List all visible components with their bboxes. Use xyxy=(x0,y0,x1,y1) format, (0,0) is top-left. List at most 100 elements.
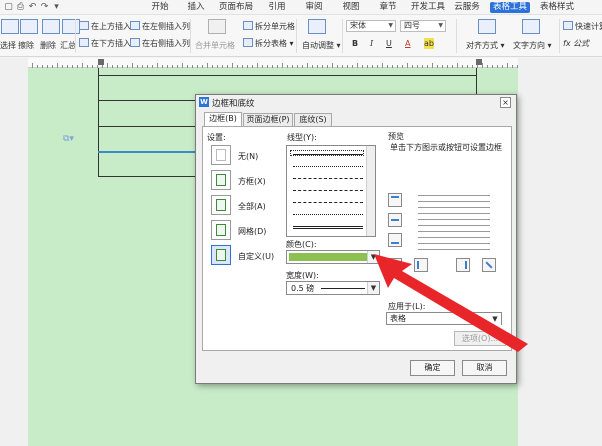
select-button[interactable]: 选择 xyxy=(0,40,16,51)
middle-border-icon[interactable] xyxy=(388,213,402,227)
close-icon[interactable]: × xyxy=(500,97,511,108)
setting-grid-label[interactable]: 网格(D) xyxy=(238,226,266,237)
redo-icon[interactable]: ↷ xyxy=(39,2,50,13)
tab-insert[interactable]: 插入 xyxy=(184,0,208,15)
setting-box-label[interactable]: 方框(X) xyxy=(238,176,266,187)
setting-custom-icon[interactable] xyxy=(211,245,231,265)
line-style-option-selected[interactable] xyxy=(290,150,364,156)
toolbar: 选择 擦除 删除 汇总 在上方插入行 在下方插入行 在左侧插入列 在右侧插入列 … xyxy=(0,15,602,57)
tab-chapter[interactable]: 章节 xyxy=(376,0,400,15)
preview-line xyxy=(418,201,490,202)
delete-icon[interactable] xyxy=(42,19,60,34)
highlight-button[interactable]: ab xyxy=(424,38,434,49)
setting-all-label[interactable]: 全部(A) xyxy=(238,201,266,212)
tab-home[interactable]: 开始 xyxy=(148,0,172,15)
dialog-title-bar[interactable]: W 边框和底纹 × xyxy=(196,95,516,110)
font-size-select[interactable]: 四号 ▼ xyxy=(400,20,446,32)
preview-line xyxy=(418,213,490,214)
select-icon[interactable] xyxy=(1,19,19,34)
eraser-icon[interactable] xyxy=(20,19,38,34)
tab-developer[interactable]: 开发工具 xyxy=(410,0,446,15)
tab-borders[interactable]: 边框(B) xyxy=(204,112,242,126)
split-cells-button[interactable]: 拆分单元格 xyxy=(243,21,295,32)
quick-calc-button[interactable]: 快速计算 xyxy=(563,21,602,32)
print-icon[interactable]: ⎙ xyxy=(15,2,26,13)
tab-table-style[interactable]: 表格样式 xyxy=(540,0,574,15)
insert-col-left-button[interactable]: 在左侧插入列 xyxy=(130,21,190,32)
delete-button[interactable]: 删除 xyxy=(40,40,56,51)
table-border-left xyxy=(98,68,99,176)
ruler-marker[interactable] xyxy=(476,59,482,65)
align-icon[interactable] xyxy=(478,19,496,34)
more-icon[interactable]: ▾ xyxy=(51,2,62,13)
separator xyxy=(456,19,457,53)
summary-button[interactable]: 汇总 xyxy=(60,40,76,51)
insert-col-left-icon xyxy=(130,21,140,30)
line-style-solid[interactable] xyxy=(293,154,363,155)
horizontal-ruler[interactable] xyxy=(28,58,518,68)
formula-button[interactable]: fx 公式 xyxy=(563,38,589,49)
tab-references[interactable]: 引用 xyxy=(265,0,289,15)
ok-button[interactable]: 确定 xyxy=(410,360,455,376)
italic-button[interactable]: I xyxy=(370,38,373,49)
annotation-arrow xyxy=(374,254,528,352)
summary-icon[interactable] xyxy=(62,19,80,34)
line-style-dash-dot[interactable] xyxy=(293,202,363,203)
text-direction-icon[interactable] xyxy=(522,19,540,34)
setting-grid-icon[interactable] xyxy=(211,220,231,240)
separator xyxy=(75,19,76,53)
line-style-long-dash[interactable] xyxy=(293,190,363,191)
width-value: 0.5 磅 xyxy=(291,284,315,293)
table-handle-icon[interactable]: ⧉▾ xyxy=(63,134,74,144)
line-style-scrollbar[interactable] xyxy=(366,146,375,236)
preview-label: 预览 xyxy=(388,132,404,141)
underline-button[interactable]: U xyxy=(386,38,392,49)
tab-view[interactable]: 视图 xyxy=(339,0,363,15)
undo-icon[interactable]: ↶ xyxy=(27,2,38,13)
preview-line xyxy=(418,225,490,226)
save-icon[interactable]: ▢ xyxy=(3,2,14,13)
font-name-select[interactable]: 宋体 ▼ xyxy=(346,20,396,32)
tab-review[interactable]: 审阅 xyxy=(302,0,326,15)
align-button[interactable]: 对齐方式 ▾ xyxy=(466,40,505,51)
bold-button[interactable]: B xyxy=(352,38,358,49)
tab-cloud[interactable]: 云服务 xyxy=(452,0,482,15)
width-sample xyxy=(321,288,365,289)
quick-calc-label: 快速计算 xyxy=(575,22,602,31)
merge-cells-button[interactable]: 合并单元格 xyxy=(195,40,235,51)
setting-custom-label[interactable]: 自定义(U) xyxy=(238,251,274,262)
top-border-icon[interactable] xyxy=(388,193,402,207)
merge-cells-icon xyxy=(208,19,226,34)
tab-table-tools[interactable]: 表格工具 xyxy=(490,2,531,13)
ruler-marker[interactable] xyxy=(98,59,104,65)
autofit-button[interactable]: 自动调整 ▾ xyxy=(302,40,341,51)
insert-row-below-icon xyxy=(79,38,89,47)
tab-page-border[interactable]: 页面边框(P) xyxy=(243,113,293,126)
font-color-button[interactable]: A xyxy=(405,38,410,49)
line-style-dashed[interactable] xyxy=(293,178,363,179)
split-table-button[interactable]: 拆分表格 ▾ xyxy=(243,38,294,49)
setting-none-label[interactable]: 无(N) xyxy=(238,151,258,162)
chevron-down-icon: ▼ xyxy=(388,22,393,29)
insert-col-right-label: 在右侧插入列 xyxy=(142,39,190,48)
setting-box-icon[interactable] xyxy=(211,170,231,190)
color-label: 颜色(C): xyxy=(286,240,317,249)
text-direction-button[interactable]: 文字方向 ▾ xyxy=(513,40,552,51)
setting-all-icon[interactable] xyxy=(211,195,231,215)
line-style-dotted[interactable] xyxy=(293,166,363,167)
setting-none-icon[interactable] xyxy=(211,145,231,165)
tab-page-layout[interactable]: 页面布局 xyxy=(218,0,254,15)
line-style-list[interactable] xyxy=(286,145,376,237)
align-label: 对齐方式 xyxy=(466,41,498,50)
tab-shading[interactable]: 底纹(S) xyxy=(294,113,332,126)
line-style-double[interactable] xyxy=(293,226,363,229)
line-style-dash-dot-dot[interactable] xyxy=(293,214,363,215)
calculator-icon xyxy=(563,21,573,30)
insert-col-right-button[interactable]: 在右侧插入列 xyxy=(130,38,190,49)
cancel-button[interactable]: 取消 xyxy=(462,360,507,376)
erase-button[interactable]: 擦除 xyxy=(18,40,34,51)
autofit-label: 自动调整 xyxy=(302,41,334,50)
autofit-icon[interactable] xyxy=(308,19,326,34)
right-gutter xyxy=(518,58,602,446)
separator xyxy=(342,19,343,53)
